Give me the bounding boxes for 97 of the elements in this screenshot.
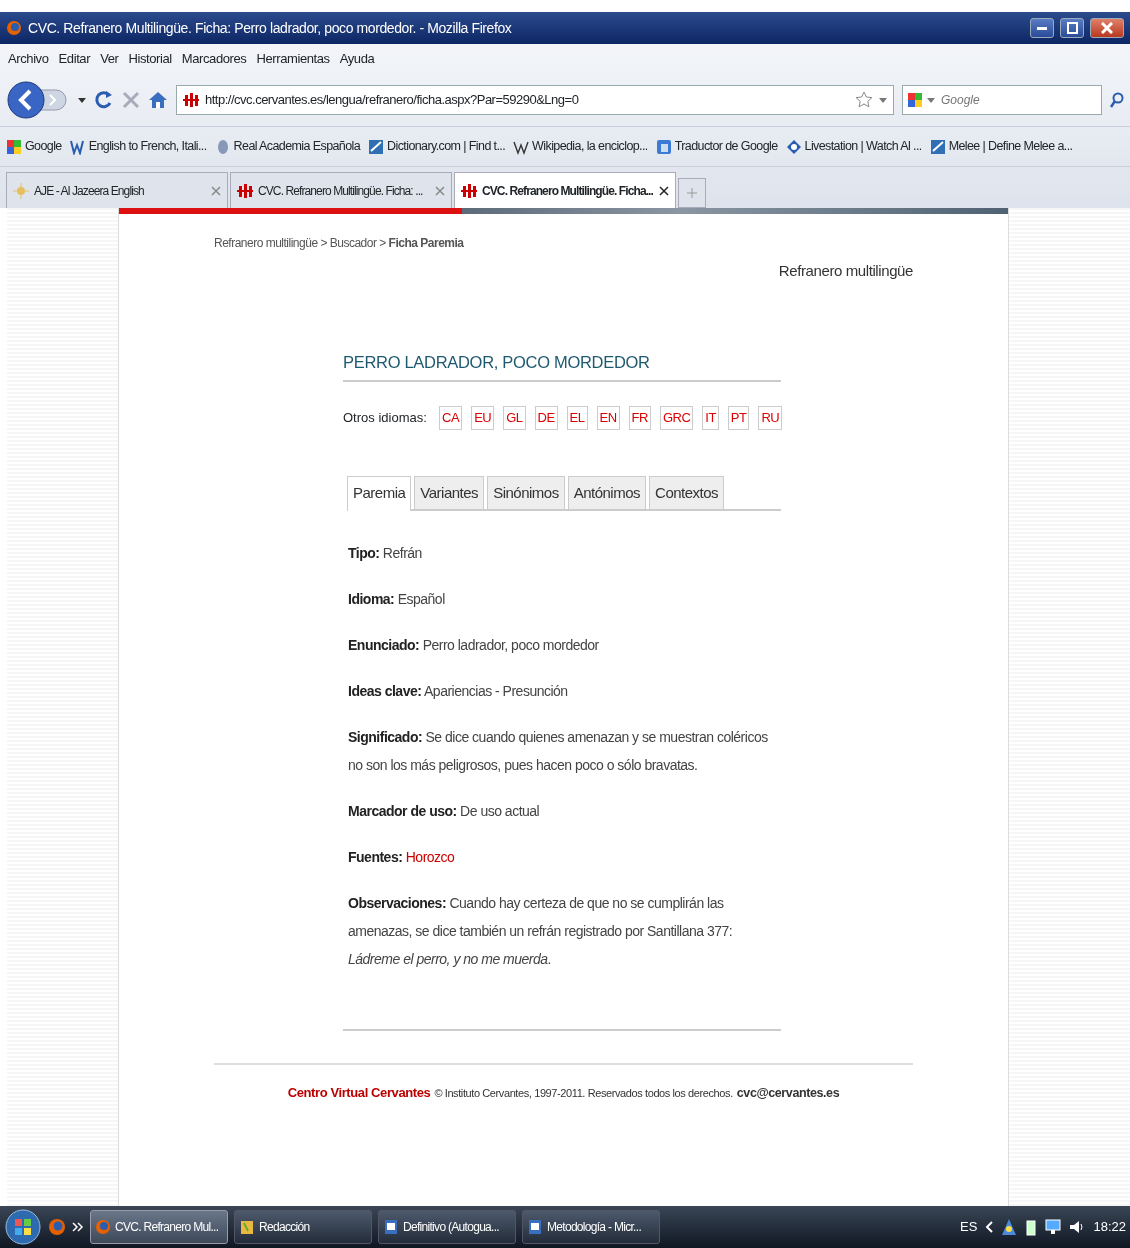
chevron-icon[interactable] xyxy=(72,1221,84,1233)
browser-tab[interactable]: CVC. Refranero Multilingüe. Ficha... xyxy=(454,172,676,208)
content-tab[interactable]: Sinónimos xyxy=(487,475,565,510)
firefox-icon xyxy=(6,20,22,36)
content-tab[interactable]: Variantes xyxy=(414,475,485,510)
star-icon[interactable] xyxy=(855,91,873,109)
bookmark-item[interactable]: Google xyxy=(6,137,62,156)
dropdown-icon xyxy=(927,96,935,104)
menu-item[interactable]: Marcadores xyxy=(181,49,247,69)
language-link[interactable]: RU xyxy=(758,406,783,430)
content-tab[interactable]: Contextos xyxy=(649,475,725,510)
menu-item[interactable]: Historial xyxy=(128,49,172,69)
diamond-icon xyxy=(785,138,802,155)
language-link[interactable]: EU xyxy=(471,406,495,430)
browser-tab[interactable]: CVC. Refranero Multilingüe. Ficha: ... xyxy=(230,172,452,208)
home-icon[interactable] xyxy=(148,90,168,110)
dictionary-icon xyxy=(368,138,385,155)
menu-item[interactable]: Editar xyxy=(58,49,91,69)
document-icon xyxy=(527,1219,543,1235)
cvc-icon xyxy=(237,182,253,199)
browser-tab[interactable]: AJE - Al Jazeera English xyxy=(6,172,228,208)
maximize-icon xyxy=(1066,22,1078,34)
bookmark-item[interactable]: Melee | Define Melee a... xyxy=(929,137,1073,156)
address-bar[interactable]: http://cvc.cervantes.es/lengua/refranero/ficha.aspx?Par=59290&Lng=0 xyxy=(176,85,894,115)
menu-item[interactable]: Ayuda xyxy=(339,49,375,69)
content-tab[interactable]: Antónimos xyxy=(567,475,647,510)
field-text: Enunciado: Perro ladrador, poco mordedor xyxy=(348,636,600,656)
document-icon xyxy=(383,1219,399,1235)
email-text: cvc@cervantes.es xyxy=(736,1085,840,1103)
bookmark-item[interactable]: Real Academia Española xyxy=(214,137,361,156)
menu-item[interactable]: Archivo xyxy=(8,49,49,69)
content-tab[interactable]: Paremia xyxy=(347,475,412,512)
sun-icon xyxy=(13,182,29,199)
taskbar-button[interactable]: Metodología - Micr... xyxy=(522,1210,660,1244)
menu-item[interactable]: Ver xyxy=(100,49,119,69)
start-button[interactable] xyxy=(4,1208,42,1246)
taskbar-button[interactable]: Redacción xyxy=(234,1210,372,1244)
window-title: CVC. Refranero Multilingüe. Ficha: Perro ladrador, poco mordedor. - Mozilla Firefox xyxy=(28,18,513,38)
language-link[interactable]: CA xyxy=(439,406,463,430)
proverb-heading: PERRO LADRADOR, POCO MORDEDOR xyxy=(343,352,781,383)
cvc-icon xyxy=(461,182,477,199)
language-link[interactable]: IT xyxy=(702,406,719,430)
field-text: Fuentes: Horozco xyxy=(348,848,456,868)
bookmark-item[interactable]: English to French, Itali... xyxy=(69,137,207,156)
language-link[interactable]: DE xyxy=(534,406,558,430)
close-button[interactable] xyxy=(1090,18,1124,38)
folder-icon xyxy=(239,1219,255,1235)
search-icon[interactable] xyxy=(1110,92,1124,108)
close-icon[interactable] xyxy=(659,185,669,196)
footer-link[interactable]: Centro Virtual Cervantes xyxy=(287,1083,431,1103)
copyright-text: © Instituto Cervantes, 1997-2011. Reservados todos los derechos. xyxy=(434,1086,733,1102)
maximize-button[interactable] xyxy=(1060,18,1084,38)
search-field[interactable]: Google xyxy=(902,85,1102,115)
close-icon xyxy=(1101,22,1113,34)
language-link[interactable]: PT xyxy=(727,406,750,430)
site-icon xyxy=(183,92,199,108)
google-icon xyxy=(6,138,22,155)
bookmark-item[interactable]: Livestation | Watch Al ... xyxy=(785,137,922,156)
language-link[interactable]: GRC xyxy=(659,406,694,430)
wr-icon xyxy=(69,138,86,155)
minimize-icon xyxy=(1037,26,1047,30)
firefox-icon[interactable] xyxy=(48,1218,66,1236)
language-link[interactable]: EN xyxy=(596,406,620,430)
clock: 18:22 xyxy=(1093,1218,1126,1237)
field-text: Marcador de uso: De uso actual xyxy=(348,802,541,822)
taskbar-button[interactable]: Definitivo (Autogua... xyxy=(378,1210,516,1244)
language-link[interactable]: EL xyxy=(566,406,588,430)
field-text: Ideas clave: Apariencias - Presunción xyxy=(348,682,569,702)
plus-icon xyxy=(687,188,697,198)
section-title: Refranero multilingüe xyxy=(778,261,914,281)
field-text: Observaciones: Cuando hay certeza de que no se cumplirán las amenazas, se dice también un refrán registrado por Santillana 377: Ládreme el perro, y no me muerda. xyxy=(348,894,734,970)
back-button[interactable] xyxy=(6,80,70,120)
menu-item[interactable]: Herramientas xyxy=(256,49,330,69)
bookmark-item[interactable]: Dictionary.com | Find t... xyxy=(368,137,506,156)
breadcrumb[interactable]: Refranero multilingüe > Buscador > Ficha Paremia xyxy=(119,214,464,252)
speaker-icon[interactable] xyxy=(1069,1219,1086,1235)
google-icon xyxy=(907,92,923,108)
reload-icon[interactable] xyxy=(94,89,114,111)
minimize-button[interactable] xyxy=(1030,18,1054,38)
bookmark-item[interactable]: Traductor de Google xyxy=(655,137,778,156)
languages-label: Otros idiomas: xyxy=(343,409,427,428)
field-text: Idioma: Español xyxy=(348,590,446,610)
field-text: Significado: Se dice cuando quienes amenazan y se muestran coléricos no son los más peligrosos, pues hacen poco o sólo bravatas. xyxy=(348,728,769,776)
dictionary-icon xyxy=(929,138,946,155)
source-link[interactable]: Horozco xyxy=(405,849,455,866)
search-input[interactable]: Google xyxy=(939,90,1097,110)
language-link[interactable]: GL xyxy=(503,406,526,430)
language-indicator[interactable]: ES xyxy=(960,1217,978,1237)
field-text: Tipo: Refrán xyxy=(348,544,423,564)
bookmark-item[interactable]: Wikipedia, la enciclop... xyxy=(513,137,648,156)
language-link[interactable]: FR xyxy=(628,406,651,430)
monitor-icon[interactable] xyxy=(1045,1218,1062,1236)
taskbar-button[interactable]: CVC. Refranero Mul... xyxy=(90,1210,228,1244)
dropdown-icon[interactable] xyxy=(78,96,86,104)
chevron-icon[interactable] xyxy=(985,1221,994,1233)
url-text: http://cvc.cervantes.es/lengua/refranero/ficha.aspx?Par=59290&Lng=0 xyxy=(205,91,580,110)
firefox-icon xyxy=(95,1219,111,1235)
